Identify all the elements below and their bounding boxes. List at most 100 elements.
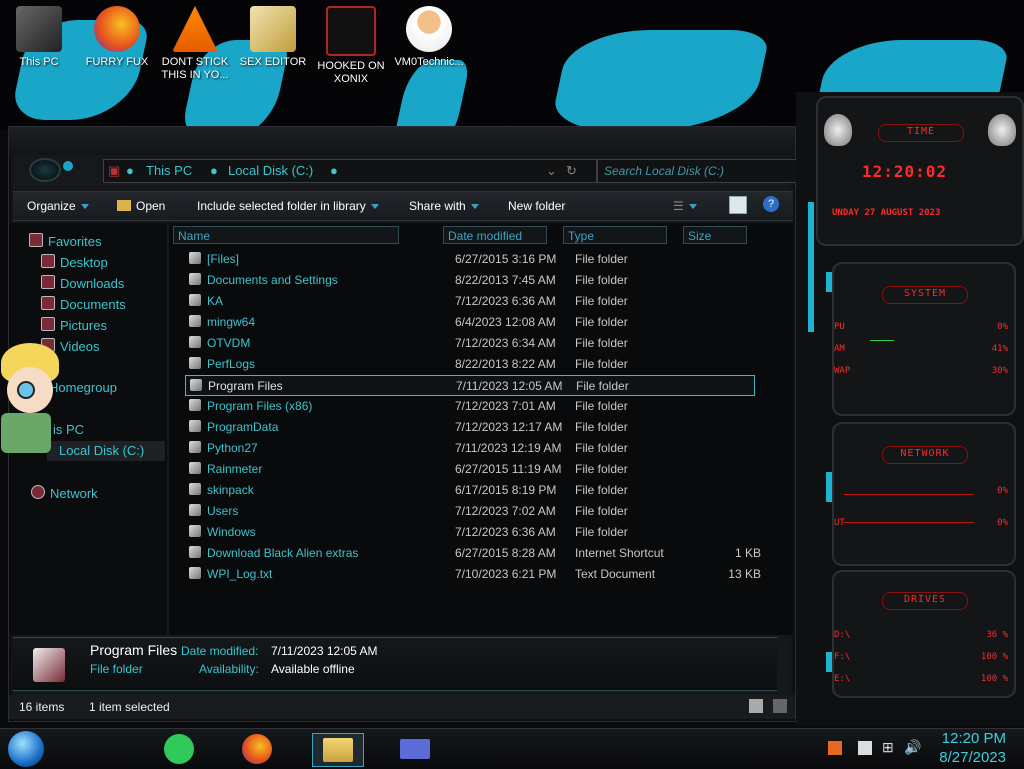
file-size: 13 KB — [728, 567, 761, 581]
help-icon[interactable]: ? — [763, 196, 779, 212]
new-folder-button[interactable]: New folder — [508, 199, 565, 213]
folder-icon — [189, 420, 201, 432]
taskbar-firefox[interactable] — [238, 733, 276, 765]
table-row[interactable]: ProgramData 7/12/2023 12:17 AM File folder — [185, 417, 753, 436]
tray-app-icon[interactable] — [828, 741, 842, 755]
file-date: 7/11/2023 12:05 AM — [456, 379, 563, 393]
table-row[interactable]: WPI_Log.txt 7/10/2023 6:21 PM Text Documen… — [185, 564, 761, 583]
back-button[interactable] — [29, 158, 61, 182]
table-row[interactable]: Windows 7/12/2023 6:36 AM File folder — [185, 522, 753, 541]
forward-button[interactable] — [63, 161, 73, 171]
time-display: 12:20:02 — [862, 162, 948, 181]
table-row[interactable]: skinpack 6/17/2015 8:19 PM File folder — [185, 480, 753, 499]
desktop-icon-label: HOOKED ON XONIX — [317, 60, 385, 85]
table-row[interactable]: Program Files (x86) 7/12/2023 7:01 AM File… — [185, 396, 753, 415]
file-name: Users — [207, 504, 239, 518]
star-icon — [29, 233, 43, 247]
table-row[interactable]: KA 7/12/2023 6:36 AM File folder — [185, 291, 753, 310]
nav-downloads[interactable]: Downloads — [41, 275, 124, 291]
folder-icon — [189, 294, 201, 306]
desktop-icon-furry-fux[interactable]: FURRY FUX — [80, 6, 154, 69]
details-date-label: Date modified: — [181, 644, 259, 658]
column-header-size[interactable]: Size — [683, 226, 747, 244]
details-view-icon[interactable] — [749, 699, 763, 713]
nav-network[interactable]: Network — [31, 485, 98, 501]
breadcrumb-this-pc[interactable]: This PC — [146, 163, 192, 178]
folder-icon — [189, 273, 201, 285]
system-swap-label: WAP — [834, 366, 851, 376]
system-title: SYSTEM — [882, 286, 968, 304]
column-header-date[interactable]: Date modified — [443, 226, 547, 244]
link-icon — [189, 546, 201, 558]
taskbar-control-panel[interactable] — [390, 733, 440, 765]
view-options-icon[interactable]: ☰ — [673, 199, 697, 213]
open-button[interactable]: Open — [117, 199, 165, 213]
file-date: 6/17/2015 8:19 PM — [455, 483, 557, 497]
table-row[interactable]: Download Black Alien extras 6/27/2015 8:2… — [185, 543, 761, 562]
file-date: 6/27/2015 3:16 PM — [455, 252, 557, 266]
file-type: File folder — [575, 462, 628, 476]
chevron-down-icon[interactable]: ⌄ — [546, 163, 557, 179]
cartoon-sticker-image — [1, 343, 59, 463]
file-type: Text Document — [575, 567, 656, 581]
table-row[interactable]: Users 7/12/2023 7:02 AM File folder — [185, 501, 753, 520]
desktop-icon-vm0[interactable]: VM0Technic... — [392, 6, 466, 69]
folder-icon — [117, 200, 131, 211]
window-titlebar[interactable] — [9, 127, 795, 155]
table-row[interactable]: Python27 7/11/2023 12:19 AM File folder — [185, 438, 753, 457]
desktop-icon-sex-editor[interactable]: SEX EDITOR — [236, 6, 310, 69]
desktop-icon-this-pc[interactable]: This PC — [2, 6, 76, 69]
details-pane: Program Files File folder Date modified:… — [13, 637, 777, 691]
table-row[interactable]: PerfLogs 8/22/2013 8:22 AM File folder — [185, 354, 753, 373]
taskbar-notes-app[interactable] — [160, 733, 198, 765]
nav-favorites[interactable]: Favorites — [29, 233, 101, 249]
search-input[interactable]: Search Local Disk (C:) — [597, 159, 801, 183]
explorer-window: ▣ ● This PC ● Local Disk (C:) ● ⌄ ↻ Sear… — [1, 126, 801, 722]
table-row[interactable]: Rainmeter 6/27/2015 11:19 AM File folder — [185, 459, 753, 478]
organize-button[interactable]: Organize — [27, 199, 89, 213]
table-row[interactable]: Program Files 7/11/2023 12:05 AM File fold… — [185, 375, 755, 396]
file-type: File folder — [575, 399, 628, 413]
file-name: Windows — [207, 525, 256, 539]
nav-local-disk[interactable]: Local Disk (C:) — [47, 441, 165, 461]
taskbar-explorer[interactable] — [312, 733, 364, 767]
table-row[interactable]: OTVDM 7/12/2023 6:34 AM File folder — [185, 333, 753, 352]
time-title: TIME — [878, 124, 964, 142]
volume-icon[interactable]: 🔊 — [904, 739, 921, 756]
file-name: [Files] — [207, 252, 240, 266]
table-row[interactable]: [Files] 6/27/2015 3:16 PM File folder — [185, 249, 753, 268]
share-with-button[interactable]: Share with — [409, 199, 479, 213]
address-box[interactable]: ▣ ● This PC ● Local Disk (C:) ● ⌄ ↻ — [103, 159, 597, 183]
file-name: Program Files — [208, 379, 283, 393]
system-clock[interactable]: 12:20 PM 8/27/2023 — [939, 729, 1006, 767]
preview-pane-icon[interactable] — [729, 196, 747, 214]
nav-homegroup[interactable]: Homegroup — [49, 380, 117, 395]
file-type: File folder — [575, 357, 628, 371]
network-icon[interactable]: ⊞ — [882, 739, 894, 756]
file-date: 8/22/2013 8:22 AM — [455, 357, 556, 371]
column-header-type[interactable]: Type — [563, 226, 667, 244]
file-name: Program Files (x86) — [207, 399, 313, 413]
file-name: Rainmeter — [207, 462, 263, 476]
network-out-label: UT — [834, 518, 845, 528]
desktop-icon-vlc[interactable]: DONT STICK THIS IN YO... — [158, 6, 232, 82]
table-row[interactable]: Documents and Settings 8/22/2013 7:45 AM F… — [185, 270, 753, 289]
include-in-library-button[interactable]: Include selected folder in library — [197, 199, 379, 213]
system-panel: SYSTEM PU 0% AM 41% WAP 30% — [832, 262, 1016, 416]
file-name: Documents and Settings — [207, 273, 338, 287]
details-availability-value: Available offline — [271, 662, 355, 676]
nav-pictures[interactable]: Pictures — [41, 317, 107, 333]
desktop-icon-xonix[interactable]: HOOKED ON XONIX — [314, 6, 388, 86]
table-row[interactable]: mingw64 6/4/2023 12:08 AM File folder — [185, 312, 753, 331]
action-center-icon[interactable] — [858, 741, 872, 755]
refresh-icon[interactable]: ↻ — [566, 163, 577, 179]
breadcrumb-sep-icon: ● — [330, 163, 338, 178]
large-icons-view-icon[interactable] — [773, 699, 787, 713]
nav-desktop[interactable]: Desktop — [41, 254, 108, 270]
clock-time: 12:20 PM — [941, 730, 1006, 747]
breadcrumb-local-disk[interactable]: Local Disk (C:) — [228, 163, 313, 178]
column-header-name[interactable]: Name — [173, 226, 399, 244]
nav-documents[interactable]: Documents — [41, 296, 126, 312]
system-ram-label: AM — [834, 344, 845, 354]
start-button[interactable] — [8, 731, 44, 767]
